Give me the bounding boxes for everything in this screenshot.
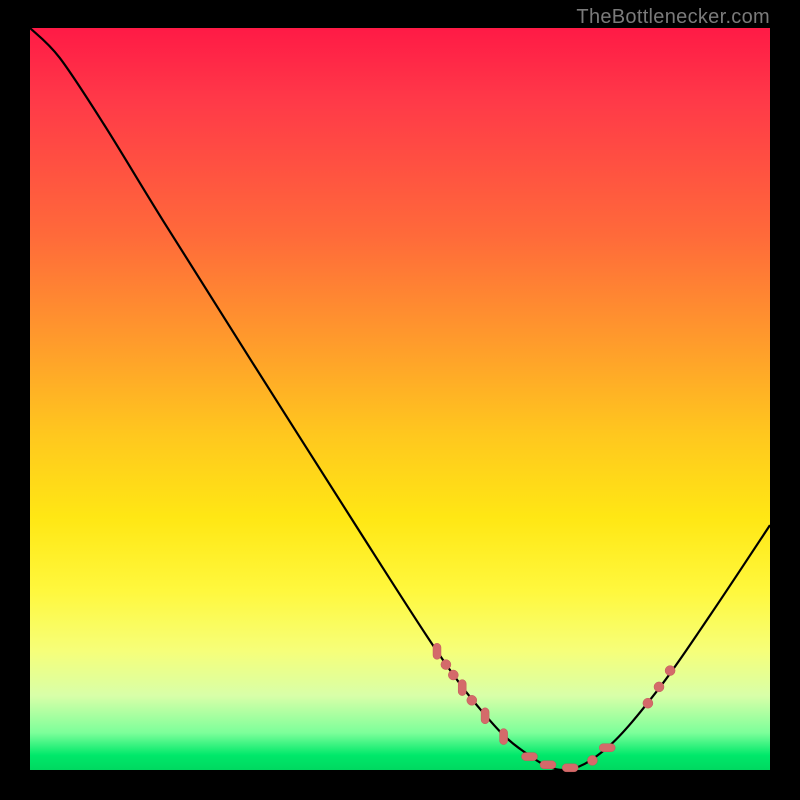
marker-dot [643, 698, 653, 708]
chart-frame: TheBottlenecker.com [0, 0, 800, 800]
marker-dot [448, 670, 458, 680]
marker-dot [665, 666, 675, 676]
marker-dot [467, 695, 477, 705]
marker-pill-h [562, 764, 578, 772]
marker-pill [458, 680, 466, 696]
marker-pill [500, 729, 508, 745]
marker-pill-h [599, 744, 615, 752]
marker-pill [481, 708, 489, 724]
marker-pill [433, 643, 441, 659]
watermark-text: TheBottlenecker.com [576, 6, 770, 29]
marker-pill-h [522, 753, 538, 761]
marker-dot [654, 682, 664, 692]
curve-svg [30, 28, 770, 770]
plot-area [30, 28, 770, 770]
marker-dot [441, 660, 451, 670]
bottleneck-curve [30, 28, 770, 770]
marker-pill-h [540, 761, 556, 769]
marker-dot [587, 755, 597, 765]
markers-group [433, 643, 675, 772]
